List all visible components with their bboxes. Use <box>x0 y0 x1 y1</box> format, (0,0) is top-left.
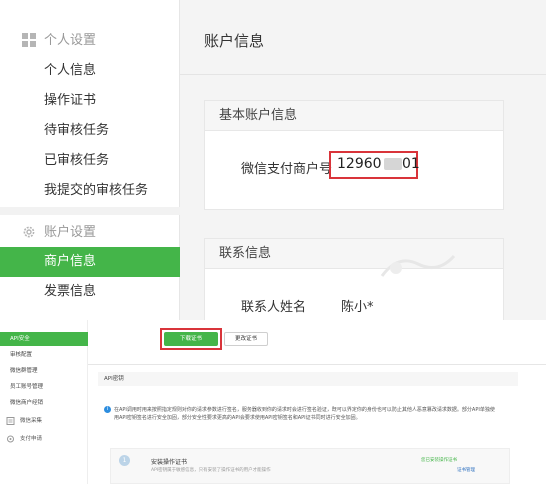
install-cert-step: 1 安装操作证书 API密钥属于敏感信息，只有安装了操作证书的用户才能操作 您已… <box>110 448 510 484</box>
bottom-section-wechat-collect[interactable]: 微信采集 <box>0 414 88 428</box>
bottom-sidebar-item-review-config[interactable]: 审核配置 <box>0 348 88 362</box>
title-divider <box>180 74 546 75</box>
watermark-logo <box>380 254 456 277</box>
cert-management-link[interactable]: 证书管理 <box>457 467 475 473</box>
bottom-screenshot: API安全 审核配置 微信群管理 员工账号管理 微信商户经销 微信采集 支付申请… <box>0 320 546 484</box>
main-content: 账户信息 基本账户信息 微信支付商户号 12960 01 联系信息 联系人姓名 … <box>180 0 546 328</box>
contact-panel: 联系信息 联系人姓名 陈小* <box>204 238 504 328</box>
bottom-sidebar-item-staff-accounts[interactable]: 员工账号管理 <box>0 380 88 394</box>
contact-name-label: 联系人姓名 <box>241 300 307 315</box>
sidebar-divider <box>0 207 180 215</box>
contact-name-value: 陈小* <box>341 300 374 315</box>
gear-icon <box>7 435 14 443</box>
page-title: 账户信息 <box>204 32 265 50</box>
merchant-id-label: 微信支付商户号 <box>241 162 333 177</box>
sidebar-item-personal-info[interactable]: 个人信息 <box>0 56 180 86</box>
cert-installed-status: 您已安装操作证书 <box>421 458 457 463</box>
sidebar-item-reviewed[interactable]: 已审核任务 <box>0 146 180 176</box>
sidebar-item-merchant-info[interactable]: 商户信息 <box>0 247 180 277</box>
sidebar-item-pending-review[interactable]: 待审核任务 <box>0 116 180 146</box>
account-settings-header[interactable]: 账户设置 <box>0 218 180 248</box>
info-icon: i <box>104 406 111 413</box>
basic-account-panel-title: 基本账户信息 <box>205 101 503 131</box>
sidebar: 个人设置 个人信息 操作证书 待审核任务 已审核任务 我提交的审核任务 账户设置… <box>0 0 180 320</box>
api-key-section-title: API密钥 <box>98 372 518 386</box>
change-cert-button[interactable]: 更改证书 <box>224 332 268 346</box>
bottom-section-payment-apply-label: 支付申请 <box>20 436 43 442</box>
merchant-id-value-end: 01 <box>402 156 420 172</box>
bottom-section-wechat-collect-label: 微信采集 <box>20 418 43 424</box>
bottom-divider <box>88 364 546 365</box>
api-key-notice: i 在API调用时用来按照指定规则对你的请求参数进行签名，服务器收到你的请求时会… <box>104 406 499 422</box>
personal-settings-label: 个人设置 <box>44 33 97 48</box>
personal-settings-header[interactable]: 个人设置 <box>0 26 180 56</box>
grid-icon <box>22 33 36 47</box>
top-screenshot: 个人设置 个人信息 操作证书 待审核任务 已审核任务 我提交的审核任务 账户设置… <box>0 0 546 330</box>
merchant-id-redaction <box>384 158 402 170</box>
sidebar-item-operation-cert[interactable]: 操作证书 <box>0 86 180 116</box>
bottom-main: 下载证书 更改证书 API密钥 i 在API调用时用来按照指定规则对你的请求参数… <box>88 320 546 484</box>
bottom-sidebar-item-api-security[interactable]: API安全 <box>0 332 88 346</box>
gear-icon <box>23 226 35 238</box>
contact-panel-title: 联系信息 <box>205 239 503 269</box>
account-settings-label: 账户设置 <box>44 225 97 240</box>
sidebar-item-invoice-info[interactable]: 发票信息 <box>0 277 180 307</box>
bottom-sidebar-item-group-management[interactable]: 微信群管理 <box>0 364 88 378</box>
step-number: 1 <box>119 455 130 466</box>
step-title: 安装操作证书 <box>151 459 188 466</box>
download-cert-button[interactable]: 下载证书 <box>164 332 218 346</box>
api-key-notice-text: 在API调用时用来按照指定规则对你的请求参数进行签名，服务器收到你的请求时会进行… <box>114 407 495 421</box>
document-icon <box>6 417 15 425</box>
step-description: API密钥属于敏感信息，只有安装了操作证书的用户才能操作 <box>151 468 271 473</box>
merchant-id-value-start: 12960 <box>337 156 382 172</box>
bottom-section-payment-apply[interactable]: 支付申请 <box>0 432 88 446</box>
bottom-sidebar-item-merchant-distribution[interactable]: 微信商户经销 <box>0 396 88 410</box>
sidebar-item-my-submitted[interactable]: 我提交的审核任务 <box>0 176 180 206</box>
bottom-sidebar: API安全 审核配置 微信群管理 员工账号管理 微信商户经销 微信采集 支付申请 <box>0 320 88 484</box>
